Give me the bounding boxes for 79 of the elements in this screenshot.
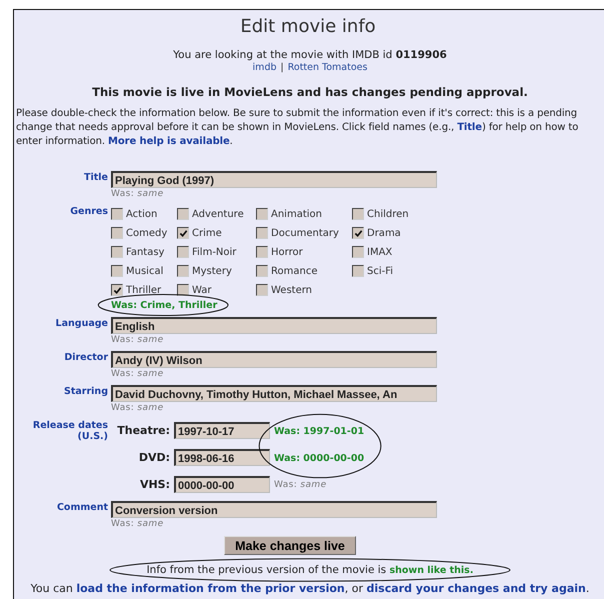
checkbox-label: Adventure [192,208,244,220]
text-field[interactable]: Andy (IV) Wilson [111,351,437,368]
checkbox[interactable] [352,265,364,277]
previous-value-note: Was: 0000-00-00 [274,452,364,464]
help-link[interactable]: discard your changes and try again [366,582,586,595]
help-link[interactable]: Title [457,122,482,133]
checkbox[interactable] [177,246,189,258]
checkbox-label: Horror [271,246,303,258]
checkbox[interactable] [111,246,123,258]
checkbox[interactable] [177,227,189,239]
checkbox[interactable] [111,227,123,239]
checkbox-label: Romance [271,266,318,276]
previous-value-note: Was: same [274,480,327,490]
date-label: Theatre: [116,424,170,437]
checkbox-label: War [192,284,212,296]
checkbox[interactable] [111,208,123,220]
field-label[interactable]: Release dates (U.S.) [16,419,108,442]
make-changes-live-button[interactable]: Make changes live [224,536,356,555]
checkbox-label: IMAX [367,246,392,258]
text-field[interactable]: Playing God (1997) [111,171,437,188]
imdb-link[interactable]: imdb [252,62,277,73]
help-link[interactable]: load the information from the prior version [76,582,345,595]
checkbox[interactable] [177,208,189,220]
date-label: VHS: [138,478,170,491]
checkbox-label: Documentary [271,228,339,238]
checkbox[interactable] [177,265,189,277]
previous-value-note: Was: same [111,369,164,379]
status-message: This movie is live in MovieLens and has changes pending approval. [92,85,528,99]
page-title: Edit movie info [239,16,377,37]
checkbox[interactable] [111,284,123,296]
checkbox-label: Children [367,208,409,220]
checkbox-label: Fantasy [126,246,164,258]
previous-value-note: Was: same [111,189,164,199]
field-label[interactable]: Genres [16,205,108,217]
checkbox[interactable] [256,265,268,277]
checkbox-label: Musical [126,266,164,276]
checkbox-label: Crime [192,228,222,238]
text-field[interactable]: English [111,317,437,334]
checkbox[interactable] [256,284,268,296]
rotten-tomatoes-link[interactable]: Rotten Tomatoes [288,62,368,73]
checkbox[interactable] [256,227,268,239]
previous-value-note: Was: 1997-01-01 [274,426,364,436]
checkbox-label: Western [271,284,312,296]
date-field[interactable]: 0000-00-00 [174,476,270,493]
field-label[interactable]: Director [16,351,108,363]
text-field[interactable]: Conversion version [111,501,437,518]
date-field[interactable]: 1998-06-16 [174,449,270,466]
intro-text: You are looking at the movie with IMDB id 0119906 [173,49,447,61]
checkbox[interactable] [352,208,364,220]
checkbox-label: Drama [367,228,401,238]
previous-value-note: Was: same [111,335,164,345]
previous-value-note: Was: same [111,519,164,529]
checkbox[interactable] [352,227,364,239]
text-field[interactable]: David Duchovny, Timothy Hutton, Michael Massee, An [111,385,437,402]
checkbox-label: Animation [271,208,322,220]
checkbox-label: Mystery [192,266,232,276]
checkbox-label: Thriller [126,284,162,296]
checkbox[interactable] [352,246,364,258]
checkbox-label: Film-Noir [192,246,236,258]
checkbox[interactable] [256,246,268,258]
link-separator: | [280,62,284,73]
legend-text: Info from the previous version of the movie is shown like this. [146,564,474,576]
field-label[interactable]: Starring [16,385,108,397]
checkbox-label: Sci-Fi [367,266,394,276]
date-label: DVD: [138,451,170,464]
footer-text: You can load the information from the prior version, or discard your changes and try again. [30,582,590,595]
checkbox-label: Action [126,208,158,220]
field-label[interactable]: Language [16,317,108,329]
checkbox[interactable] [256,208,268,220]
date-field[interactable]: 1997-10-17 [174,422,270,439]
help-link[interactable]: More help is available [108,136,230,147]
checkbox[interactable] [111,265,123,277]
checkbox[interactable] [177,284,189,296]
checkbox-label: Comedy [126,228,168,238]
field-label[interactable]: Title [16,171,108,183]
instructions-text: Please double-check the information below. Be sure to submit the information even if it's correct: this is a pending change that needs approval before it can be shown in MovieLens. Click field names (e.g., Title) for help on how to enter information. More help is available. [16,107,580,149]
previous-value-note: Was: same [111,403,164,413]
field-label[interactable]: Comment [16,501,108,513]
previous-value-note: Was: Crime, Thriller [111,300,218,311]
